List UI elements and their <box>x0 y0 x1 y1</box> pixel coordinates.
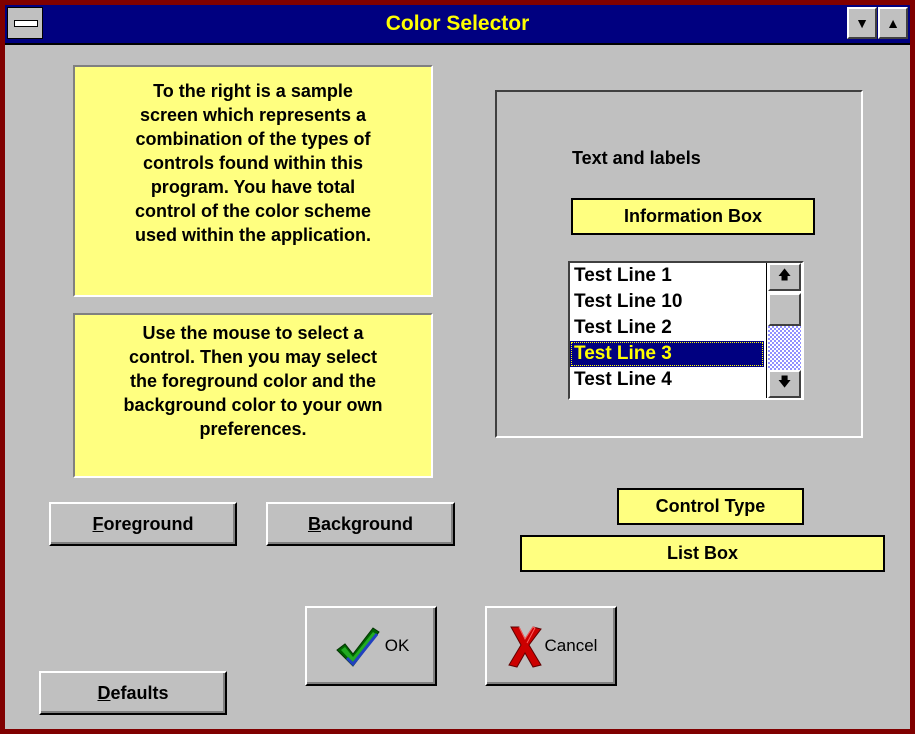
scroll-up-arrow-icon: 🡅 <box>777 267 792 282</box>
scroll-track[interactable] <box>768 326 801 370</box>
description-box: To the right is a sample screen which re… <box>73 65 433 297</box>
control-type-label: Control Type <box>617 488 804 525</box>
sample-list-box[interactable]: Test Line 1 Test Line 10 Test Line 2 Test L… <box>568 261 804 400</box>
foreground-accel: F <box>92 513 104 534</box>
maximize-button[interactable]: ▲ <box>878 7 908 39</box>
list-item[interactable]: Test Line 10 <box>570 289 764 315</box>
instructions-box: Use the mouse to select a control. Then … <box>73 313 433 478</box>
scroll-up-button[interactable]: 🡅 <box>768 263 801 291</box>
foreground-label: oreground <box>103 513 194 534</box>
control-type-value: List Box <box>520 535 885 572</box>
ok-label: OK <box>384 636 410 655</box>
cancel-label: Cancel <box>544 636 598 655</box>
list-scrollbar[interactable]: 🡅 🡇 <box>766 263 802 398</box>
foreground-button[interactable]: Foreground <box>49 502 237 546</box>
defaults-label: efaults <box>110 682 169 703</box>
list-item[interactable]: Test Line 3 <box>570 341 764 367</box>
minimize-arrow-icon: ▼ <box>855 15 869 31</box>
maximize-arrow-icon: ▲ <box>886 15 900 31</box>
list-item[interactable]: Test Line 1 <box>570 263 764 289</box>
cancel-button[interactable]: Cancel <box>485 606 617 686</box>
defaults-accel: D <box>97 682 111 703</box>
defaults-button[interactable]: Defaults <box>39 671 227 715</box>
information-box[interactable]: Information Box <box>571 198 815 235</box>
list-items: Test Line 1 Test Line 10 Test Line 2 Test L… <box>570 263 764 398</box>
minimize-button[interactable]: ▼ <box>847 7 877 39</box>
sample-text-label[interactable]: Text and labels <box>572 148 701 169</box>
window-title: Color Selector <box>385 12 530 35</box>
checkmark-icon <box>333 624 381 668</box>
background-label: ackground <box>320 513 413 534</box>
color-selector-window: Color Selector ▼ ▲ To the right is a sam… <box>0 0 915 734</box>
scroll-down-arrow-icon: 🡇 <box>777 374 792 389</box>
scroll-down-button[interactable]: 🡇 <box>768 370 801 398</box>
background-accel: B <box>307 513 321 534</box>
x-cancel-icon <box>505 623 545 669</box>
ok-button[interactable]: OK <box>305 606 437 686</box>
background-button[interactable]: Background <box>266 502 455 546</box>
title-bar[interactable]: Color Selector ▼ ▲ <box>5 5 910 45</box>
list-item[interactable]: Test Line 2 <box>570 315 764 341</box>
list-item[interactable]: Test Line 4 <box>570 367 764 393</box>
scroll-thumb[interactable] <box>768 293 801 326</box>
